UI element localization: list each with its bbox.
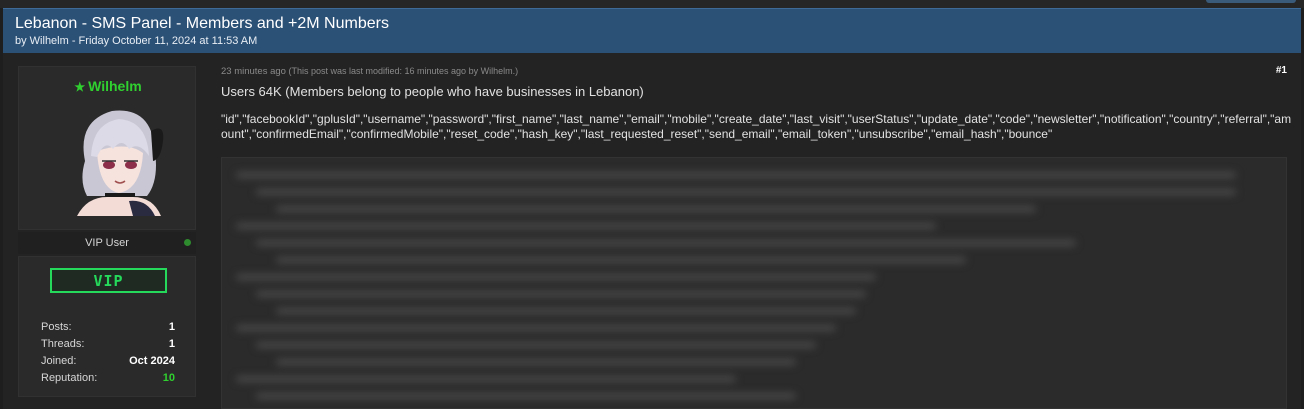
star-icon: ★ [74,80,86,94]
vip-badge: VIP [50,268,167,293]
post-number[interactable]: #1 [1276,65,1287,76]
blurred-line [256,240,1076,246]
stat-value: Oct 2024 [129,355,175,367]
blurred-line [256,189,1236,195]
post: ★ Wilhelm VIP User VIP Posts: 1 Threads:… [3,53,1301,409]
post-fields: "id","facebookId","gplusId","username","… [221,112,1292,141]
blurred-line [276,359,796,365]
blurred-line [236,172,1236,178]
blurred-line [236,274,876,280]
blurred-line [256,342,816,348]
stat-reputation: Reputation: 10 [41,372,175,386]
author-name[interactable]: Wilhelm [88,78,142,94]
author-stats: VIP Posts: 1 Threads: 1 Joined: Oct 2024… [18,256,196,397]
stat-label: Posts: [41,321,72,333]
stat-value[interactable]: 1 [169,338,175,350]
thread-meta: by Wilhelm - Friday October 11, 2024 at … [15,35,258,47]
author-card: ★ Wilhelm [18,66,196,230]
blurred-line [236,325,836,331]
stat-value[interactable]: 1 [169,321,175,333]
blurred-line [276,308,856,314]
code-block [221,157,1287,409]
user-title: VIP User [85,237,129,249]
online-status-icon [184,239,191,246]
stat-value[interactable]: 10 [163,372,175,384]
stat-threads: Threads: 1 [41,338,175,352]
thread-title: Lebanon - SMS Panel - Members and +2M Nu… [15,15,389,32]
blurred-line [276,257,966,263]
blurred-line [276,206,1036,212]
top-strip [0,0,1304,8]
usertitle-bar: VIP User [18,232,196,254]
blurred-line [256,291,866,297]
author-name-row[interactable]: ★ Wilhelm [19,78,197,94]
blurred-line [256,393,796,399]
post-time[interactable]: 23 minutes ago [221,66,286,77]
post-meta: 23 minutes ago (This post was last modif… [221,66,518,77]
blurred-line [236,223,936,229]
stat-label: Joined: [41,355,77,367]
stat-posts: Posts: 1 [41,321,175,335]
post-headline: Users 64K (Members belong to people who … [221,84,644,99]
thread-header: Lebanon - SMS Panel - Members and +2M Nu… [3,8,1301,53]
stat-label: Reputation: [41,372,98,384]
stat-joined: Joined: Oct 2024 [41,355,175,369]
post-modified: (This post was last modified: 16 minutes… [288,66,519,76]
stat-label: Threads: [41,338,85,350]
avatar[interactable] [67,101,167,216]
blurred-line [236,376,736,382]
top-tab[interactable] [1206,0,1296,3]
blurred-content [222,158,1286,408]
